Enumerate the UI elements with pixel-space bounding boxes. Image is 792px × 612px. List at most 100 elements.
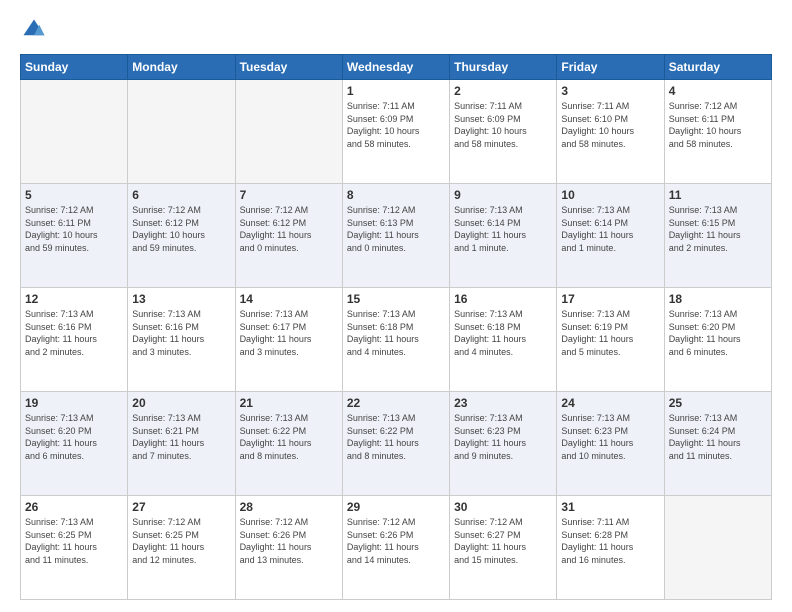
table-row: 28 Sunrise: 7:12 AM Sunset: 6:26 PM Dayli… <box>235 496 342 600</box>
table-row <box>664 496 771 600</box>
table-row: 23Sunrise: 7:13 AM Sunset: 6:23 PM Dayli… <box>450 392 557 496</box>
day-info: Sunrise: 7:13 AM Sunset: 6:14 PM Dayligh… <box>561 204 659 254</box>
table-row <box>21 80 128 184</box>
table-row: 15 Sunrise: 7:13 AM Sunset: 6:18 PM Dayli… <box>342 288 449 392</box>
day-info: Sunrise: 7:13 AM Sunset: 6:22 PM Dayligh… <box>347 412 445 462</box>
day-number: 21 <box>240 396 338 410</box>
day-info: Sunrise: 7:13 AM Sunset: 6:23 PM Dayligh… <box>561 412 659 462</box>
day-info: Sunrise: 7:12 AM Sunset: 6:13 PM Dayligh… <box>347 204 445 254</box>
day-number: 4 <box>669 84 767 98</box>
day-info: Sunrise: 7:13 AM Sunset: 6:17 PM Dayligh… <box>240 308 338 358</box>
logo-icon <box>20 16 48 44</box>
day-number: 16 <box>454 292 552 306</box>
table-row: 8 Sunrise: 7:12 AM Sunset: 6:13 PM Daylig… <box>342 184 449 288</box>
table-row: 30 Sunrise: 7:12 AM Sunset: 6:27 PM Dayli… <box>450 496 557 600</box>
table-row <box>128 80 235 184</box>
table-row: 17 Sunrise: 7:13 AM Sunset: 6:19 PM Dayli… <box>557 288 664 392</box>
calendar-week-row: 1 Sunrise: 7:11 AM Sunset: 6:09 PM Daylig… <box>21 80 772 184</box>
day-number: 22 <box>347 396 445 410</box>
col-monday: Monday <box>128 55 235 80</box>
day-info: Sunrise: 7:13 AM Sunset: 6:18 PM Dayligh… <box>454 308 552 358</box>
day-number: 14 <box>240 292 338 306</box>
day-number: 3 <box>561 84 659 98</box>
day-number: 17 <box>561 292 659 306</box>
table-row: 31 Sunrise: 7:11 AM Sunset: 6:28 PM Dayli… <box>557 496 664 600</box>
table-row: 22 Sunrise: 7:13 AM Sunset: 6:22 PM Dayli… <box>342 392 449 496</box>
day-info: Sunrise: 7:11 AM Sunset: 6:28 PM Dayligh… <box>561 516 659 566</box>
table-row: 4 Sunrise: 7:12 AM Sunset: 6:11 PM Daylig… <box>664 80 771 184</box>
day-info: Sunrise: 7:13 AM Sunset: 6:16 PM Dayligh… <box>25 308 123 358</box>
day-number: 15 <box>347 292 445 306</box>
day-info: Sunrise: 7:13 AM Sunset: 6:15 PM Dayligh… <box>669 204 767 254</box>
day-number: 26 <box>25 500 123 514</box>
day-number: 11 <box>669 188 767 202</box>
calendar-week-row: 12Sunrise: 7:13 AM Sunset: 6:16 PM Dayli… <box>21 288 772 392</box>
day-number: 10 <box>561 188 659 202</box>
table-row: 21 Sunrise: 7:13 AM Sunset: 6:22 PM Dayli… <box>235 392 342 496</box>
day-number: 31 <box>561 500 659 514</box>
table-row: 2 Sunrise: 7:11 AM Sunset: 6:09 PM Daylig… <box>450 80 557 184</box>
page: Sunday Monday Tuesday Wednesday Thursday… <box>0 0 792 612</box>
table-row: 11 Sunrise: 7:13 AM Sunset: 6:15 PM Dayli… <box>664 184 771 288</box>
table-row: 1 Sunrise: 7:11 AM Sunset: 6:09 PM Daylig… <box>342 80 449 184</box>
table-row: 10 Sunrise: 7:13 AM Sunset: 6:14 PM Dayli… <box>557 184 664 288</box>
table-row: 16 Sunrise: 7:13 AM Sunset: 6:18 PM Dayli… <box>450 288 557 392</box>
day-number: 23 <box>454 396 552 410</box>
day-info: Sunrise: 7:12 AM Sunset: 6:12 PM Dayligh… <box>240 204 338 254</box>
table-row: 20Sunrise: 7:13 AM Sunset: 6:21 PM Dayli… <box>128 392 235 496</box>
day-number: 2 <box>454 84 552 98</box>
col-thursday: Thursday <box>450 55 557 80</box>
day-info: Sunrise: 7:13 AM Sunset: 6:16 PM Dayligh… <box>132 308 230 358</box>
day-info: Sunrise: 7:13 AM Sunset: 6:18 PM Dayligh… <box>347 308 445 358</box>
day-number: 30 <box>454 500 552 514</box>
table-row: 6 Sunrise: 7:12 AM Sunset: 6:12 PM Daylig… <box>128 184 235 288</box>
calendar-table: Sunday Monday Tuesday Wednesday Thursday… <box>20 54 772 600</box>
day-info: Sunrise: 7:12 AM Sunset: 6:27 PM Dayligh… <box>454 516 552 566</box>
table-row: 24 Sunrise: 7:13 AM Sunset: 6:23 PM Dayli… <box>557 392 664 496</box>
day-number: 5 <box>25 188 123 202</box>
day-info: Sunrise: 7:12 AM Sunset: 6:11 PM Dayligh… <box>669 100 767 150</box>
day-number: 1 <box>347 84 445 98</box>
day-info: Sunrise: 7:12 AM Sunset: 6:26 PM Dayligh… <box>240 516 338 566</box>
day-number: 20 <box>132 396 230 410</box>
day-info: Sunrise: 7:13 AM Sunset: 6:19 PM Dayligh… <box>561 308 659 358</box>
table-row: 29 Sunrise: 7:12 AM Sunset: 6:26 PM Dayli… <box>342 496 449 600</box>
day-info: Sunrise: 7:13 AM Sunset: 6:20 PM Dayligh… <box>25 412 123 462</box>
day-info: Sunrise: 7:13 AM Sunset: 6:25 PM Dayligh… <box>25 516 123 566</box>
col-tuesday: Tuesday <box>235 55 342 80</box>
table-row: 5Sunrise: 7:12 AM Sunset: 6:11 PM Daylig… <box>21 184 128 288</box>
table-row: 18Sunrise: 7:13 AM Sunset: 6:20 PM Dayli… <box>664 288 771 392</box>
calendar-header-row: Sunday Monday Tuesday Wednesday Thursday… <box>21 55 772 80</box>
day-number: 19 <box>25 396 123 410</box>
calendar-week-row: 5Sunrise: 7:12 AM Sunset: 6:11 PM Daylig… <box>21 184 772 288</box>
day-number: 25 <box>669 396 767 410</box>
table-row: 26 Sunrise: 7:13 AM Sunset: 6:25 PM Dayli… <box>21 496 128 600</box>
day-number: 29 <box>347 500 445 514</box>
table-row: 13 Sunrise: 7:13 AM Sunset: 6:16 PM Dayli… <box>128 288 235 392</box>
day-number: 24 <box>561 396 659 410</box>
day-number: 28 <box>240 500 338 514</box>
table-row: 14 Sunrise: 7:13 AM Sunset: 6:17 PM Dayli… <box>235 288 342 392</box>
day-number: 9 <box>454 188 552 202</box>
calendar-week-row: 26 Sunrise: 7:13 AM Sunset: 6:25 PM Dayli… <box>21 496 772 600</box>
table-row: 9 Sunrise: 7:13 AM Sunset: 6:14 PM Daylig… <box>450 184 557 288</box>
day-info: Sunrise: 7:12 AM Sunset: 6:12 PM Dayligh… <box>132 204 230 254</box>
col-friday: Friday <box>557 55 664 80</box>
day-info: Sunrise: 7:13 AM Sunset: 6:14 PM Dayligh… <box>454 204 552 254</box>
day-number: 13 <box>132 292 230 306</box>
day-info: Sunrise: 7:13 AM Sunset: 6:22 PM Dayligh… <box>240 412 338 462</box>
day-number: 6 <box>132 188 230 202</box>
day-info: Sunrise: 7:12 AM Sunset: 6:25 PM Dayligh… <box>132 516 230 566</box>
day-number: 8 <box>347 188 445 202</box>
table-row: 12Sunrise: 7:13 AM Sunset: 6:16 PM Dayli… <box>21 288 128 392</box>
calendar-week-row: 19 Sunrise: 7:13 AM Sunset: 6:20 PM Dayli… <box>21 392 772 496</box>
day-number: 27 <box>132 500 230 514</box>
day-info: Sunrise: 7:11 AM Sunset: 6:10 PM Dayligh… <box>561 100 659 150</box>
day-info: Sunrise: 7:11 AM Sunset: 6:09 PM Dayligh… <box>347 100 445 150</box>
day-number: 18 <box>669 292 767 306</box>
day-info: Sunrise: 7:12 AM Sunset: 6:26 PM Dayligh… <box>347 516 445 566</box>
day-info: Sunrise: 7:11 AM Sunset: 6:09 PM Dayligh… <box>454 100 552 150</box>
table-row: 27 Sunrise: 7:12 AM Sunset: 6:25 PM Dayli… <box>128 496 235 600</box>
table-row: 3 Sunrise: 7:11 AM Sunset: 6:10 PM Daylig… <box>557 80 664 184</box>
table-row: 19 Sunrise: 7:13 AM Sunset: 6:20 PM Dayli… <box>21 392 128 496</box>
